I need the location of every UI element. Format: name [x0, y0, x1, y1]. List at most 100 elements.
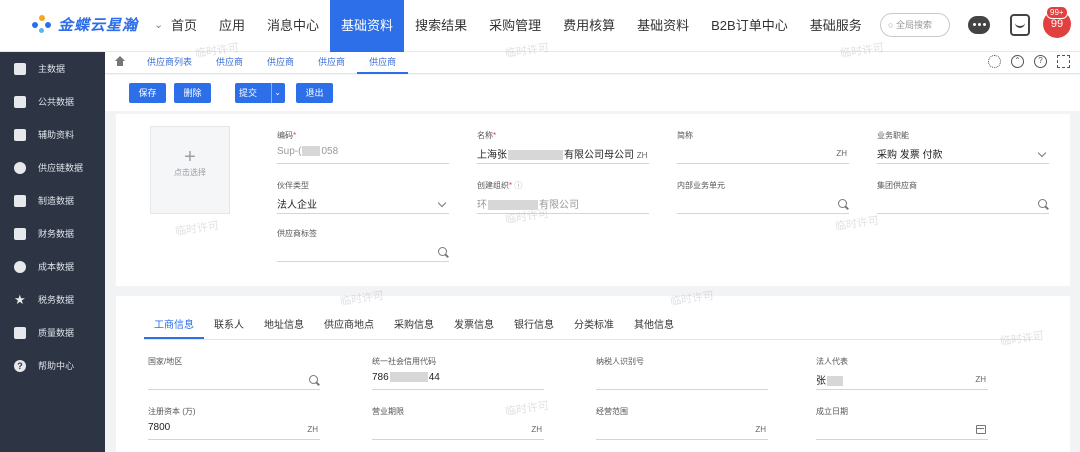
reg-capital-suffix: ZH — [307, 425, 318, 434]
home-icon[interactable] — [114, 56, 126, 67]
layers-icon — [14, 227, 26, 240]
sidebar-item-tax[interactable]: ★ 税务数据 — [0, 283, 105, 316]
sidebar-item-quality[interactable]: 质量数据 — [0, 316, 105, 349]
sidebar-item-label: 辅助资料 — [38, 130, 75, 140]
legal-rep-field[interactable]: 法人代表 张 ZH — [816, 356, 988, 390]
tab-bank-info[interactable]: 银行信息 — [504, 314, 564, 339]
create-org-label: 创建组织 — [477, 181, 509, 190]
reg-capital-label: 注册资本 (万) — [148, 407, 196, 416]
taxpayer-id-field[interactable]: 纳税人识别号 — [596, 356, 768, 390]
tab-procurement-info[interactable]: 采购信息 — [384, 314, 444, 339]
biz-term-field[interactable]: 营业期限 ZH — [372, 406, 544, 440]
tab-address-info[interactable]: 地址信息 — [254, 314, 314, 339]
supplier-basic-form: + 点击选择 编码* Sup-(058 名称* 上海张 有限公司母公司 ZH 简称… — [116, 114, 1070, 286]
name-value-tail: 有限公司母公司 — [564, 150, 634, 161]
calendar-icon[interactable] — [976, 425, 986, 434]
tab-supplier-1[interactable]: 供应商 — [204, 52, 255, 74]
exit-button[interactable]: 退出 — [296, 83, 333, 103]
search-icon[interactable] — [838, 199, 847, 208]
credit-code-field[interactable]: 统一社会信用代码 786 44 — [372, 356, 544, 390]
sidebar-item-manufacturing[interactable]: 制造数据 — [0, 184, 105, 217]
code-field[interactable]: 编码* Sup-(058 — [277, 130, 449, 164]
tab-contacts[interactable]: 联系人 — [204, 314, 254, 339]
biz-function-select[interactable]: 业务职能 采购 发票 付款 — [877, 130, 1049, 164]
create-org-field[interactable]: 创建组织* ⓘ 环有限公司 — [477, 180, 649, 214]
tab-invoice-info[interactable]: 发票信息 — [444, 314, 504, 339]
sidebar-item-label: 制造数据 — [38, 196, 75, 206]
sidebar-item-aux-data[interactable]: 辅助资料 — [0, 118, 105, 151]
partner-type-select[interactable]: 伙伴类型 法人企业 — [277, 180, 449, 214]
reg-capital-field[interactable]: 注册资本 (万) 7800 ZH — [148, 406, 320, 440]
sidebar-item-supply-chain[interactable]: 供应链数据 — [0, 151, 105, 184]
nav-home[interactable]: 首页 — [160, 0, 208, 52]
found-date-field[interactable]: 成立日期 — [816, 406, 988, 440]
tab-supplier-active[interactable]: 供应商 — [357, 52, 409, 74]
inbox-icon[interactable] — [1010, 14, 1030, 36]
sidebar-item-cost[interactable]: 成本数据 — [0, 250, 105, 283]
biz-scope-field[interactable]: 经营范围 ZH — [596, 406, 768, 440]
fullscreen-icon[interactable] — [1057, 55, 1070, 68]
tab-supplier-list[interactable]: 供应商列表 — [135, 52, 204, 74]
search-icon[interactable] — [1038, 199, 1047, 208]
chevron-down-icon[interactable]: ⌄ — [274, 83, 281, 103]
tab-supplier-2[interactable]: 供应商 — [255, 52, 306, 74]
credit-code-value-tail: 44 — [428, 372, 440, 383]
save-button[interactable]: 保存 — [129, 83, 166, 103]
tab-supplier-locations[interactable]: 供应商地点 — [314, 314, 384, 339]
nav-expense-accounting[interactable]: 费用核算 — [552, 0, 626, 52]
tab-classification[interactable]: 分类标准 — [564, 314, 624, 339]
detail-tabs: 工商信息 联系人 地址信息 供应商地点 采购信息 发票信息 银行信息 分类标准 … — [144, 314, 1040, 340]
sidebar-item-label: 质量数据 — [38, 328, 75, 338]
supplier-tag-field[interactable]: 供应商标签 — [277, 228, 449, 262]
search-icon[interactable] — [438, 247, 447, 256]
nav-basic-data-2[interactable]: 基础资料 — [626, 0, 700, 52]
credit-code-value: 786 — [372, 372, 389, 383]
nav-apps[interactable]: 应用 — [208, 0, 256, 52]
nav-search-results[interactable]: 搜索结果 — [404, 0, 478, 52]
nav-basic-data[interactable]: 基础资料 — [330, 0, 405, 52]
sidebar-item-help[interactable]: ? 帮助中心 — [0, 349, 105, 382]
sidebar-item-master-data[interactable]: 主数据 — [0, 52, 105, 85]
biz-scope-label: 经营范围 — [596, 407, 628, 416]
nav-message-center[interactable]: 消息中心 — [256, 0, 330, 52]
sidebar-item-label: 税务数据 — [38, 295, 75, 305]
chat-icon[interactable] — [968, 16, 990, 34]
monitor-icon — [14, 62, 26, 75]
collapse-icon[interactable]: ⌃ — [1011, 55, 1024, 68]
help-icon: ? — [14, 359, 26, 372]
group-supplier-field[interactable]: 集团供应商 — [877, 180, 1049, 214]
search-icon[interactable] — [309, 375, 318, 384]
search-icon: ○ — [888, 20, 894, 30]
page-tabs-bar: 供应商列表 供应商 供应商 供应商 供应商 ⌃ ? — [105, 52, 1080, 74]
coins-icon — [14, 260, 26, 273]
nav-b2b-order-center[interactable]: B2B订单中心 — [700, 0, 799, 52]
search-placeholder: 全局搜索 — [895, 20, 932, 30]
code-label: 编码 — [277, 131, 293, 140]
code-value-tail: 058 — [321, 146, 339, 157]
nav-basic-service[interactable]: 基础服务 — [799, 0, 873, 52]
help-icon[interactable]: ? — [1034, 55, 1047, 68]
global-search-input[interactable]: ○ 全局搜索 — [880, 13, 950, 37]
app-logo[interactable]: 金蝶云星瀚 ⌄ — [32, 14, 163, 35]
tab-business-info[interactable]: 工商信息 — [144, 314, 204, 339]
partner-type-value: 法人企业 — [277, 200, 317, 211]
sidebar-item-finance[interactable]: 财务数据 — [0, 217, 105, 250]
sidebar-item-public-data[interactable]: 公共数据 — [0, 85, 105, 118]
tab-other-info[interactable]: 其他信息 — [624, 314, 684, 339]
delete-button[interactable]: 删除 — [174, 83, 211, 103]
short-name-field[interactable]: 简称 ZH — [677, 130, 849, 164]
country-field[interactable]: 国家/地区 — [148, 356, 320, 390]
tab-supplier-3[interactable]: 供应商 — [306, 52, 357, 74]
name-field[interactable]: 名称* 上海张 有限公司母公司 ZH — [477, 130, 649, 164]
internal-unit-field[interactable]: 内部业务单元 — [677, 180, 849, 214]
main-nav: 首页 应用 消息中心 基础资料 搜索结果 采购管理 费用核算 基础资料 B2B订… — [160, 0, 873, 52]
biz-term-suffix: ZH — [531, 425, 542, 434]
supplier-detail-section: 工商信息 联系人 地址信息 供应商地点 采购信息 发票信息 银行信息 分类标准 … — [116, 296, 1070, 452]
supplier-tag-label: 供应商标签 — [277, 229, 317, 238]
network-icon — [14, 161, 26, 174]
nav-procurement[interactable]: 采购管理 — [478, 0, 552, 52]
sidebar-item-label: 供应链数据 — [38, 163, 84, 173]
logo-upload[interactable]: + 点击选择 — [150, 126, 230, 214]
theme-icon[interactable] — [988, 55, 1001, 68]
submit-button[interactable]: 提交 ⌄ — [235, 83, 285, 103]
